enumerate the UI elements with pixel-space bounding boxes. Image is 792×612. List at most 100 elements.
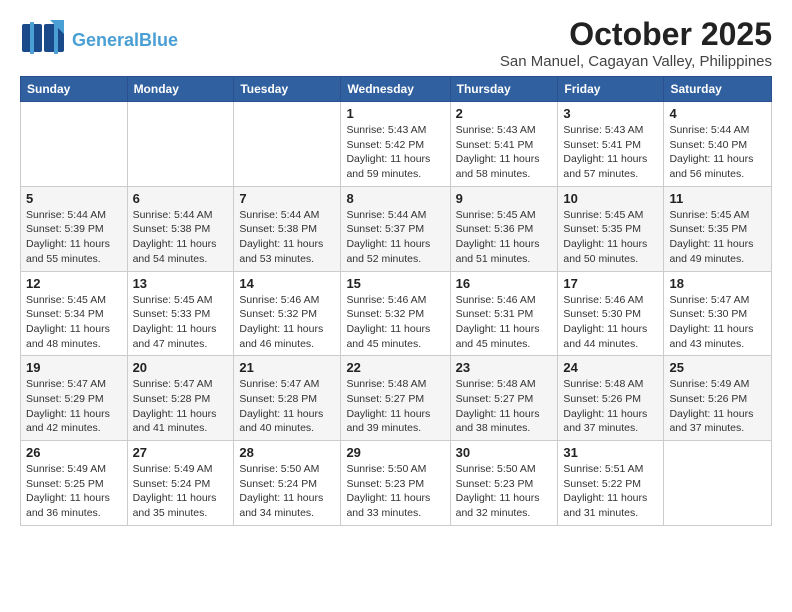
day-info: Sunrise: 5:48 AM Sunset: 5:27 PM Dayligh… [456, 377, 553, 436]
day-number: 3 [563, 106, 658, 121]
calendar-cell: 7 Sunrise: 5:44 AM Sunset: 5:38 PM Daylig… [234, 186, 341, 271]
day-number: 23 [456, 360, 553, 375]
day-info: Sunrise: 5:50 AM Sunset: 5:23 PM Dayligh… [346, 462, 444, 521]
day-info: Sunrise: 5:51 AM Sunset: 5:22 PM Dayligh… [563, 462, 658, 521]
day-number: 26 [26, 445, 122, 460]
calendar-cell: 24 Sunrise: 5:48 AM Sunset: 5:26 PM Dayli… [558, 356, 664, 441]
calendar-cell: 23 Sunrise: 5:48 AM Sunset: 5:27 PM Dayli… [450, 356, 558, 441]
day-info: Sunrise: 5:45 AM Sunset: 5:34 PM Dayligh… [26, 293, 122, 352]
day-info: Sunrise: 5:47 AM Sunset: 5:28 PM Dayligh… [239, 377, 335, 436]
day-info: Sunrise: 5:50 AM Sunset: 5:24 PM Dayligh… [239, 462, 335, 521]
day-number: 6 [133, 191, 229, 206]
calendar-cell: 22 Sunrise: 5:48 AM Sunset: 5:27 PM Dayli… [341, 356, 450, 441]
calendar-cell: 21 Sunrise: 5:47 AM Sunset: 5:28 PM Dayli… [234, 356, 341, 441]
calendar-cell: 1 Sunrise: 5:43 AM Sunset: 5:42 PM Daylig… [341, 102, 450, 187]
calendar-cell: 29Sunrise: 5:50 AM Sunset: 5:23 PM Dayli… [341, 441, 450, 526]
calendar-cell: 18Sunrise: 5:47 AM Sunset: 5:30 PM Dayli… [664, 271, 772, 356]
calendar-cell: 10Sunrise: 5:45 AM Sunset: 5:35 PM Dayli… [558, 186, 664, 271]
calendar-cell [127, 102, 234, 187]
day-number: 15 [346, 276, 444, 291]
day-number: 12 [26, 276, 122, 291]
day-number: 1 [346, 106, 444, 121]
day-info: Sunrise: 5:46 AM Sunset: 5:30 PM Dayligh… [563, 293, 658, 352]
day-number: 14 [239, 276, 335, 291]
day-number: 16 [456, 276, 553, 291]
day-number: 24 [563, 360, 658, 375]
calendar-cell: 26 Sunrise: 5:49 AM Sunset: 5:25 PM Dayli… [21, 441, 128, 526]
day-info: Sunrise: 5:44 AM Sunset: 5:38 PM Dayligh… [239, 208, 335, 267]
calendar-week-4: 19 Sunrise: 5:47 AM Sunset: 5:29 PM Dayli… [21, 356, 772, 441]
day-number: 19 [26, 360, 122, 375]
weekday-header-monday: Monday [127, 77, 234, 102]
day-info: Sunrise: 5:45 AM Sunset: 5:33 PM Dayligh… [133, 293, 229, 352]
calendar-title-area: October 2025 San Manuel, Cagayan Valley,… [500, 16, 772, 70]
day-info: Sunrise: 5:44 AM Sunset: 5:37 PM Dayligh… [346, 208, 444, 267]
day-info: Sunrise: 5:43 AM Sunset: 5:42 PM Dayligh… [346, 123, 444, 182]
day-number: 21 [239, 360, 335, 375]
calendar-cell: 4Sunrise: 5:44 AM Sunset: 5:40 PM Daylig… [664, 102, 772, 187]
calendar-cell: 30 Sunrise: 5:50 AM Sunset: 5:23 PM Dayli… [450, 441, 558, 526]
calendar-cell [664, 441, 772, 526]
day-number: 13 [133, 276, 229, 291]
weekday-header-tuesday: Tuesday [234, 77, 341, 102]
day-info: Sunrise: 5:43 AM Sunset: 5:41 PM Dayligh… [456, 123, 553, 182]
day-info: Sunrise: 5:46 AM Sunset: 5:31 PM Dayligh… [456, 293, 553, 352]
day-info: Sunrise: 5:49 AM Sunset: 5:24 PM Dayligh… [133, 462, 229, 521]
day-number: 28 [239, 445, 335, 460]
month-title: October 2025 [500, 16, 772, 53]
weekday-header-wednesday: Wednesday [341, 77, 450, 102]
day-info: Sunrise: 5:48 AM Sunset: 5:26 PM Dayligh… [563, 377, 658, 436]
day-number: 22 [346, 360, 444, 375]
calendar-week-1: 1 Sunrise: 5:43 AM Sunset: 5:42 PM Daylig… [21, 102, 772, 187]
day-info: Sunrise: 5:48 AM Sunset: 5:27 PM Dayligh… [346, 377, 444, 436]
calendar-cell: 12 Sunrise: 5:45 AM Sunset: 5:34 PM Dayli… [21, 271, 128, 356]
calendar-cell: 15 Sunrise: 5:46 AM Sunset: 5:32 PM Dayli… [341, 271, 450, 356]
calendar-cell [234, 102, 341, 187]
day-number: 4 [669, 106, 766, 121]
calendar-cell: 20 Sunrise: 5:47 AM Sunset: 5:28 PM Dayli… [127, 356, 234, 441]
calendar-cell: 27Sunrise: 5:49 AM Sunset: 5:24 PM Dayli… [127, 441, 234, 526]
day-number: 20 [133, 360, 229, 375]
calendar-cell: 5 Sunrise: 5:44 AM Sunset: 5:39 PM Daylig… [21, 186, 128, 271]
day-info: Sunrise: 5:43 AM Sunset: 5:41 PM Dayligh… [563, 123, 658, 182]
weekday-header-friday: Friday [558, 77, 664, 102]
calendar-cell: 14Sunrise: 5:46 AM Sunset: 5:32 PM Dayli… [234, 271, 341, 356]
weekday-header-row: SundayMondayTuesdayWednesdayThursdayFrid… [21, 77, 772, 102]
calendar-cell: 9Sunrise: 5:45 AM Sunset: 5:36 PM Daylig… [450, 186, 558, 271]
day-info: Sunrise: 5:49 AM Sunset: 5:25 PM Dayligh… [26, 462, 122, 521]
day-info: Sunrise: 5:49 AM Sunset: 5:26 PM Dayligh… [669, 377, 766, 436]
logo-icon [20, 16, 68, 60]
day-number: 8 [346, 191, 444, 206]
location-subtitle: San Manuel, Cagayan Valley, Philippines [500, 53, 772, 70]
logo-text-line1: GeneralBlue [72, 31, 178, 51]
day-info: Sunrise: 5:47 AM Sunset: 5:29 PM Dayligh… [26, 377, 122, 436]
calendar-cell [21, 102, 128, 187]
day-number: 30 [456, 445, 553, 460]
calendar-cell: 2Sunrise: 5:43 AM Sunset: 5:41 PM Daylig… [450, 102, 558, 187]
day-number: 5 [26, 191, 122, 206]
day-info: Sunrise: 5:46 AM Sunset: 5:32 PM Dayligh… [346, 293, 444, 352]
calendar-cell: 28 Sunrise: 5:50 AM Sunset: 5:24 PM Dayli… [234, 441, 341, 526]
day-number: 25 [669, 360, 766, 375]
day-number: 7 [239, 191, 335, 206]
day-number: 17 [563, 276, 658, 291]
calendar-cell: 25 Sunrise: 5:49 AM Sunset: 5:26 PM Dayli… [664, 356, 772, 441]
page-header: GeneralBlue October 2025 San Manuel, Cag… [20, 16, 772, 76]
calendar-table: SundayMondayTuesdayWednesdayThursdayFrid… [20, 76, 772, 526]
day-info: Sunrise: 5:45 AM Sunset: 5:35 PM Dayligh… [669, 208, 766, 267]
calendar-cell: 8 Sunrise: 5:44 AM Sunset: 5:37 PM Daylig… [341, 186, 450, 271]
day-info: Sunrise: 5:44 AM Sunset: 5:39 PM Dayligh… [26, 208, 122, 267]
calendar-body: 1 Sunrise: 5:43 AM Sunset: 5:42 PM Daylig… [21, 102, 772, 526]
day-info: Sunrise: 5:47 AM Sunset: 5:28 PM Dayligh… [133, 377, 229, 436]
logo: GeneralBlue [20, 16, 178, 65]
weekday-header-saturday: Saturday [664, 77, 772, 102]
calendar-week-3: 12 Sunrise: 5:45 AM Sunset: 5:34 PM Dayli… [21, 271, 772, 356]
calendar-cell: 11 Sunrise: 5:45 AM Sunset: 5:35 PM Dayli… [664, 186, 772, 271]
day-number: 11 [669, 191, 766, 206]
calendar-cell: 19 Sunrise: 5:47 AM Sunset: 5:29 PM Dayli… [21, 356, 128, 441]
weekday-header-sunday: Sunday [21, 77, 128, 102]
day-info: Sunrise: 5:50 AM Sunset: 5:23 PM Dayligh… [456, 462, 553, 521]
day-info: Sunrise: 5:45 AM Sunset: 5:36 PM Dayligh… [456, 208, 553, 267]
calendar-cell: 17 Sunrise: 5:46 AM Sunset: 5:30 PM Dayli… [558, 271, 664, 356]
calendar-cell: 16 Sunrise: 5:46 AM Sunset: 5:31 PM Dayli… [450, 271, 558, 356]
